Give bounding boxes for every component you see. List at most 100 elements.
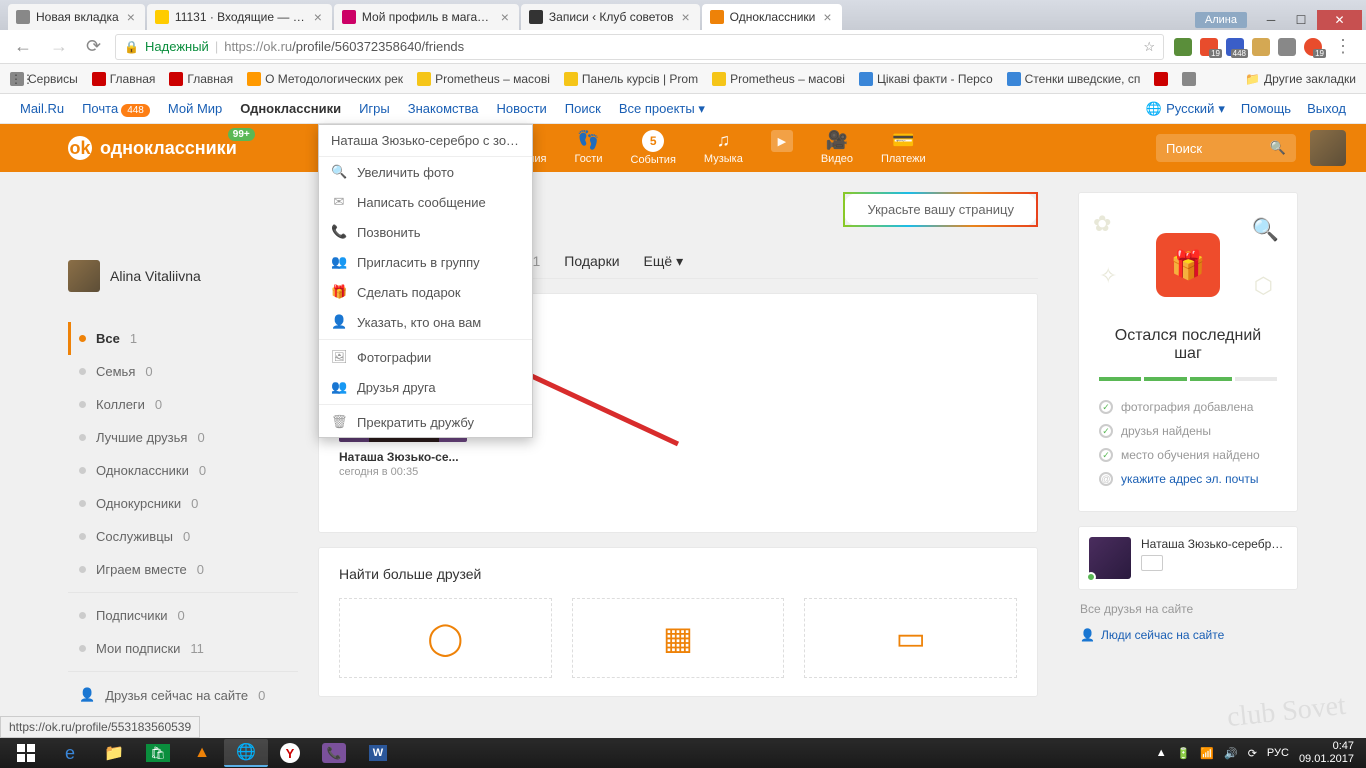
friend-chip-name[interactable]: Наташа Зюзько-серебро... <box>1141 537 1287 551</box>
mailru-link[interactable]: Почта448 <box>82 101 150 116</box>
close-icon[interactable]: × <box>125 9 137 25</box>
avatar[interactable] <box>1310 130 1346 166</box>
mailru-link[interactable]: Знакомства <box>408 101 479 116</box>
category-item[interactable]: Коллеги 0 <box>68 388 298 421</box>
nav-music[interactable]: ♫Музыка <box>690 124 757 172</box>
window-maximize[interactable]: ☐ <box>1287 10 1315 30</box>
nav-payments[interactable]: 💳Платежи <box>867 124 940 172</box>
close-icon[interactable]: × <box>499 9 511 25</box>
nav-events[interactable]: 5События <box>617 124 690 172</box>
taskbar-explorer[interactable]: 📁 <box>92 739 136 767</box>
taskbar-chrome[interactable]: 🌐 <box>224 739 268 767</box>
url-input[interactable]: 🔒 Надежный | https://ok.ru/profile/56037… <box>115 34 1164 60</box>
tab-gifts[interactable]: Подарки <box>564 253 619 270</box>
bookmark[interactable]: Панель курсів | Prom <box>564 72 698 86</box>
tab-more[interactable]: Ещё ▾ <box>644 253 684 270</box>
browser-tab[interactable]: 11131 · Входящие — Ян× <box>147 4 332 30</box>
star-icon[interactable]: ☆ <box>1143 39 1155 55</box>
browser-tab-active[interactable]: Одноклассники× <box>702 4 842 30</box>
nav-guests[interactable]: 👣Гости <box>560 124 616 172</box>
window-minimize[interactable]: ─ <box>1257 10 1285 30</box>
category-all[interactable]: Все 1 <box>68 322 298 355</box>
bookmark[interactable]: О Методологических рек <box>247 72 403 86</box>
network-icon[interactable]: 📶 <box>1200 747 1214 760</box>
bookmarks-more[interactable]: 📁 Другие закладки <box>1245 72 1356 86</box>
ext-icon[interactable]: 19 <box>1200 38 1218 56</box>
mailru-link-active[interactable]: Одноклассники <box>240 101 341 116</box>
ctx-unfriend[interactable]: 🗑Прекратить дружбу <box>319 407 532 437</box>
ok-logo[interactable]: ok одноклассники 99+ <box>68 136 237 160</box>
exit-link[interactable]: Выход <box>1307 101 1346 116</box>
volume-icon[interactable]: 🔊 <box>1224 747 1238 760</box>
ctx-zoom-photo[interactable]: 🔍Увеличить фото <box>319 157 532 187</box>
taskbar-ie[interactable]: e <box>48 739 92 767</box>
category-item[interactable]: Семья 0 <box>68 355 298 388</box>
sync-icon[interactable]: ⟳ <box>1248 747 1257 760</box>
ctx-mutual-friends[interactable]: 👥Друзья друга <box>319 372 532 402</box>
mailru-link[interactable]: Новости <box>496 101 546 116</box>
menu-icon[interactable]: ⋮ <box>1330 36 1356 57</box>
find-card[interactable]: ◯ <box>339 598 552 678</box>
browser-tab[interactable]: Новая вкладка× <box>8 4 145 30</box>
chrome-user-chip[interactable]: Алина <box>1195 12 1247 28</box>
taskbar-vlc[interactable]: ▲ <box>180 739 224 767</box>
close-icon[interactable]: × <box>312 9 324 25</box>
ctx-invite-group[interactable]: 👥Пригласить в группу <box>319 247 532 277</box>
help-link[interactable]: Помощь <box>1241 101 1291 116</box>
people-online-link[interactable]: 👤Люди сейчас на сайте <box>1078 628 1298 642</box>
bookmark[interactable]: Стенки шведские, сп <box>1007 72 1141 86</box>
tray-icon[interactable]: ▲ <box>1156 747 1167 759</box>
ext-icon[interactable] <box>1174 38 1192 56</box>
mailru-link[interactable]: Mail.Ru <box>20 101 64 116</box>
bookmark[interactable]: Главная <box>169 72 233 86</box>
friends-online-now[interactable]: 👤Друзья сейчас на сайте 0 <box>68 678 298 712</box>
category-item[interactable]: Сослуживцы 0 <box>68 520 298 553</box>
browser-tab[interactable]: Мой профиль в магазин× <box>334 4 519 30</box>
bookmark[interactable] <box>1154 72 1168 86</box>
ctx-call[interactable]: 📞Позвонить <box>319 217 532 247</box>
ctx-write-message[interactable]: ✉Написать сообщение <box>319 187 532 217</box>
bookmark[interactable]: Главная <box>92 72 156 86</box>
close-icon[interactable]: × <box>821 9 833 25</box>
bookmark[interactable]: Цікаві факти - Персо <box>859 72 993 86</box>
mailru-link[interactable]: Игры <box>359 101 390 116</box>
taskbar-yandex[interactable]: Y <box>268 739 312 767</box>
ctx-relation[interactable]: 👤Указать, кто она вам <box>319 307 532 337</box>
lang-selector[interactable]: 🌐Русский ▾ <box>1146 101 1225 117</box>
friend-chip[interactable]: Наташа Зюзько-серебро... <box>1078 526 1298 590</box>
taskbar-store[interactable]: 🛍 <box>136 739 180 767</box>
back-button[interactable]: ← <box>10 36 36 57</box>
decorate-page-button[interactable]: Украсьте вашу страницу <box>843 192 1038 227</box>
ext-icon[interactable]: 448 <box>1226 38 1244 56</box>
nav-play[interactable]: ▶ <box>757 124 807 172</box>
mailru-link[interactable]: Поиск <box>565 101 601 116</box>
forward-button[interactable]: → <box>46 36 72 57</box>
friend-name[interactable]: Наташа Зюзько-се... <box>339 450 467 464</box>
bookmark[interactable]: Prometheus – масові <box>417 72 550 86</box>
start-button[interactable] <box>4 739 48 767</box>
taskbar-clock[interactable]: 0:47 09.01.2017 <box>1299 740 1354 766</box>
all-friends-link[interactable]: Все друзья на сайте <box>1078 602 1298 616</box>
ext-icon[interactable]: 19 <box>1304 38 1322 56</box>
ctx-photos[interactable]: 🖼Фотографии <box>319 342 532 372</box>
battery-icon[interactable]: 🔋 <box>1177 747 1191 760</box>
category-item[interactable]: Мои подписки 11 <box>68 632 298 665</box>
search-input[interactable]: Поиск🔍 <box>1156 134 1296 162</box>
reload-button[interactable]: ⟳ <box>82 36 105 57</box>
category-item[interactable]: Подписчики 0 <box>68 599 298 632</box>
category-item[interactable]: Лучшие друзья 0 <box>68 421 298 454</box>
browser-tab[interactable]: Записи ‹ Клуб советов× <box>521 4 700 30</box>
category-item[interactable]: Однокурсники 0 <box>68 487 298 520</box>
lang-indicator[interactable]: РУС <box>1267 747 1289 759</box>
category-item[interactable]: Играем вместе 0 <box>68 553 298 586</box>
mailru-link[interactable]: Мой Мир <box>168 101 222 116</box>
find-card[interactable]: ▭ <box>804 598 1017 678</box>
profile-mini[interactable]: Alina Vitaliivna <box>68 260 298 292</box>
window-close[interactable]: ✕ <box>1317 10 1362 30</box>
message-icon[interactable] <box>1141 555 1163 571</box>
bookmark[interactable] <box>1182 72 1196 86</box>
taskbar-word[interactable]: W <box>356 739 400 767</box>
taskbar-viber[interactable]: 📞 <box>312 739 356 767</box>
bookmark[interactable]: Prometheus – масові <box>712 72 845 86</box>
find-card[interactable]: ▦ <box>572 598 785 678</box>
